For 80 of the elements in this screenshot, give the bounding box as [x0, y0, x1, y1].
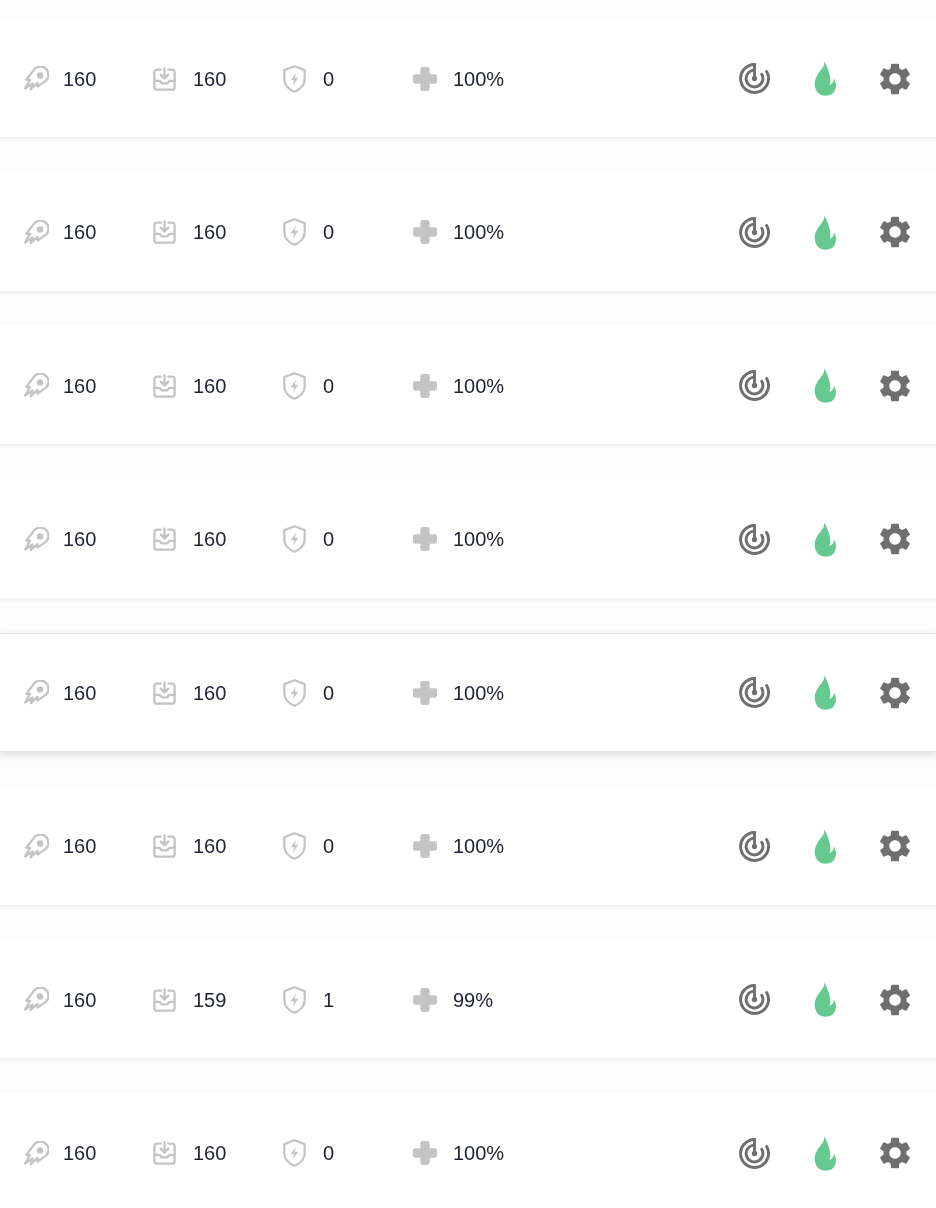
stat-value: 100%	[453, 68, 505, 89]
settings-icon[interactable]	[880, 523, 910, 555]
radar-icon[interactable]	[739, 370, 770, 401]
stat-value: 160	[63, 989, 97, 1010]
stat-value: 160	[63, 1143, 97, 1163]
comet-icon	[23, 219, 49, 245]
stat-value: 160	[63, 68, 97, 89]
comet-icon	[23, 680, 49, 705]
download-tray-icon	[153, 987, 176, 1012]
stat-value: 160	[63, 682, 97, 703]
comet-icon	[23, 833, 49, 859]
radar-icon[interactable]	[739, 1137, 770, 1169]
settings-icon[interactable]	[880, 62, 910, 95]
download-tray-icon	[153, 66, 176, 91]
stat-value: 160	[63, 375, 97, 396]
stat-value: 160	[63, 222, 97, 242]
plus-icon	[413, 987, 437, 1012]
radar-icon[interactable]	[739, 523, 770, 555]
download-tray-icon	[153, 680, 176, 705]
stat-value: 0	[323, 836, 335, 856]
stat-value: 160	[193, 529, 227, 549]
settings-icon[interactable]	[880, 216, 910, 248]
stat-value: 0	[323, 682, 335, 703]
radar-icon[interactable]	[739, 830, 770, 862]
shield-bolt-icon	[283, 218, 306, 246]
plus-icon	[413, 527, 437, 551]
stat-value: 100%	[453, 836, 505, 856]
stat-value: 160	[193, 1143, 227, 1163]
comet-icon	[23, 987, 49, 1012]
stat-value: 160	[193, 68, 227, 89]
download-tray-icon	[153, 834, 176, 858]
settings-icon[interactable]	[880, 369, 910, 402]
radar-icon[interactable]	[739, 216, 770, 248]
stat-value: 160	[193, 682, 227, 703]
settings-icon[interactable]	[880, 983, 910, 1016]
stat-value: 0	[323, 222, 335, 242]
stat-value: 159	[193, 989, 227, 1010]
stat-value: 0	[323, 68, 335, 89]
stat-value: 100%	[453, 1143, 505, 1163]
plus-icon	[413, 373, 437, 398]
stat-value: 100%	[453, 222, 505, 242]
download-tray-icon	[153, 527, 176, 551]
stat-value: 160	[193, 222, 227, 242]
shield-bolt-icon	[283, 1139, 306, 1167]
radar-icon[interactable]	[739, 63, 770, 94]
comet-icon	[23, 1140, 49, 1166]
plus-icon	[413, 834, 437, 858]
stat-value: 160	[63, 529, 97, 549]
shield-bolt-icon	[283, 64, 306, 93]
comet-icon	[23, 526, 49, 552]
download-tray-icon	[153, 1141, 176, 1165]
stat-value: 99%	[453, 989, 494, 1010]
download-tray-icon	[153, 373, 176, 398]
shield-bolt-icon	[283, 985, 306, 1014]
shield-bolt-icon	[283, 371, 306, 400]
plus-icon	[413, 680, 437, 705]
shield-bolt-icon	[283, 525, 306, 553]
radar-icon[interactable]	[739, 984, 770, 1015]
stat-value: 160	[63, 836, 97, 856]
stat-value: 1	[323, 989, 335, 1010]
comet-icon	[23, 66, 49, 91]
comet-icon	[23, 373, 49, 398]
shield-bolt-icon	[283, 832, 306, 860]
settings-icon[interactable]	[880, 830, 910, 862]
radar-icon[interactable]	[739, 677, 770, 708]
stat-value: 160	[193, 836, 227, 856]
settings-icon[interactable]	[880, 1137, 910, 1169]
download-tray-icon	[153, 220, 176, 244]
stat-value: 100%	[453, 682, 505, 703]
plus-icon	[413, 220, 437, 244]
stat-value: 0	[323, 529, 335, 549]
shield-bolt-icon	[283, 678, 306, 707]
stat-value: 100%	[453, 529, 505, 549]
plus-icon	[413, 66, 437, 91]
stat-value: 100%	[453, 375, 505, 396]
stat-value: 0	[323, 375, 335, 396]
stat-value: 0	[323, 1143, 335, 1163]
settings-icon[interactable]	[880, 676, 910, 709]
stat-value: 160	[193, 375, 227, 396]
plus-icon	[413, 1141, 437, 1165]
